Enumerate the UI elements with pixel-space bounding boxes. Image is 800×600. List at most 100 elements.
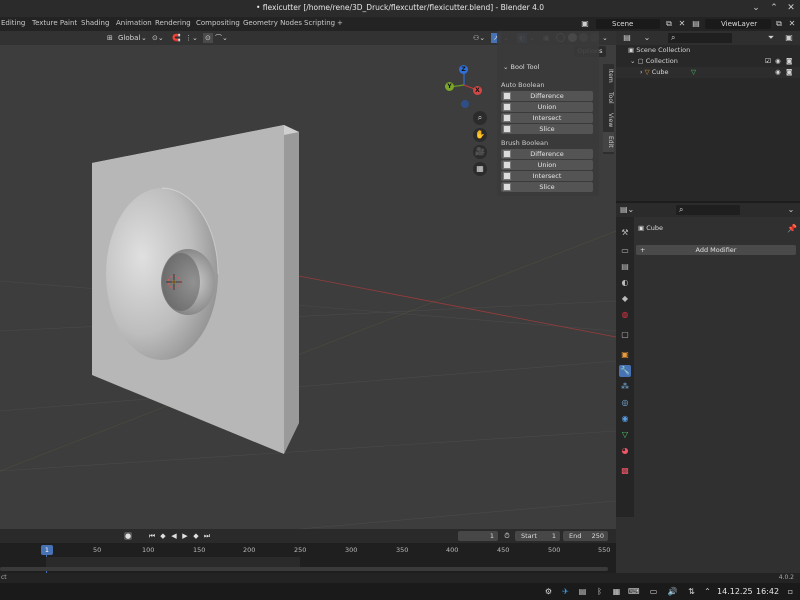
gizmo-neg-z-icon[interactable] [461, 100, 469, 108]
material-tab-icon[interactable]: ◕ [619, 445, 631, 457]
eye-icon[interactable]: ◉ [775, 67, 781, 78]
sidebar-tab-item[interactable]: Item [603, 66, 614, 86]
current-frame-field[interactable]: 1 [458, 531, 498, 541]
eye-icon[interactable]: ◉ [775, 56, 781, 67]
object-tab-icon[interactable]: ▣ [619, 349, 631, 361]
snap-icon[interactable]: 🧲 [172, 33, 181, 43]
prev-keyframe-icon[interactable]: ◆ [159, 532, 167, 540]
particles-tab-icon[interactable]: ⁂ [619, 381, 631, 393]
auto-union-button[interactable]: Union [501, 102, 593, 112]
display-mode-icon[interactable]: ⌄ [642, 33, 652, 43]
brush-intersect-button[interactable]: Intersect [501, 171, 593, 181]
data-tab-icon[interactable]: ▽ [619, 429, 631, 441]
view-layer-tab-icon[interactable]: ◐ [619, 277, 631, 289]
play-reverse-icon[interactable]: ◀ [170, 532, 178, 540]
bluetooth-icon[interactable]: ᛒ [594, 586, 605, 597]
outliner-row-cube[interactable]: › ▽ Cube ▽ ◉ ◙ [616, 67, 800, 78]
end-frame-field[interactable]: End 250 [563, 531, 608, 541]
render-icon[interactable]: ◙ [786, 56, 792, 67]
outliner-search-input[interactable]: ⌕ [668, 33, 732, 43]
editor-type-icon[interactable]: ▤ [622, 33, 632, 43]
constraints-tab-icon[interactable]: ◉ [619, 413, 631, 425]
tab-animation[interactable]: Animation [116, 19, 152, 27]
zoom-icon[interactable]: ⌕ [473, 111, 487, 125]
perspective-grid-icon[interactable]: ▦ [473, 162, 487, 176]
checkbox-icon[interactable]: ☑ [765, 56, 771, 67]
start-frame-field[interactable]: Start 1 [515, 531, 560, 541]
telegram-icon[interactable]: ✈ [560, 586, 571, 597]
snap-target-icon[interactable]: ⋮⌄ [185, 33, 198, 43]
auto-difference-button[interactable]: Difference [501, 91, 593, 101]
gizmo-x-icon[interactable]: X [473, 86, 482, 95]
falloff-icon[interactable]: ⌒⌄ [215, 33, 228, 43]
next-keyframe-icon[interactable]: ◆ [192, 532, 200, 540]
properties-search-input[interactable]: ⌕ [676, 205, 740, 215]
tab-geometry-nodes[interactable]: Geometry Nodes [243, 19, 302, 27]
chevron-down-icon[interactable]: ⌄ [786, 205, 796, 215]
keyboard-icon[interactable]: ⌨ [628, 586, 640, 597]
jump-end-icon[interactable]: ⏭ [203, 532, 211, 540]
time-label[interactable]: 16:42 [756, 587, 779, 596]
render-tab-icon[interactable]: ▭ [619, 245, 631, 257]
pivot-icon[interactable]: ⊙⌄ [152, 33, 164, 43]
viewlayer-field[interactable]: ViewLayer [705, 19, 771, 29]
tool-tab-icon[interactable]: ⚒ [619, 227, 631, 239]
output-tab-icon[interactable]: ▤ [619, 261, 631, 273]
outliner-row-collection[interactable]: ⌄ ▢ Collection ☑ ◉ ◙ [616, 56, 800, 67]
new-scene-icon[interactable]: ⧉ [664, 19, 674, 29]
physics-tab-icon[interactable]: ◎ [619, 397, 631, 409]
timeline-scrollbar[interactable] [0, 567, 608, 571]
minimize-icon[interactable]: ⌄ [750, 2, 762, 14]
jump-start-icon[interactable]: ⏮ [148, 532, 156, 540]
scene-browse-icon[interactable]: ▣ [580, 19, 590, 29]
world-tab-icon[interactable]: ◍ [619, 309, 631, 321]
date-label[interactable]: 14.12.25 [717, 587, 753, 596]
tab-editing[interactable]: Editing [1, 19, 25, 27]
add-modifier-button[interactable]: + Add Modifier [636, 245, 796, 255]
tab-texture-paint[interactable]: Texture Paint [32, 19, 77, 27]
disk-icon[interactable]: ▭ [648, 586, 659, 597]
playhead[interactable]: 1 [41, 545, 53, 555]
record-icon[interactable]: ● [124, 532, 132, 540]
stopwatch-icon[interactable]: ⏱ [503, 532, 511, 540]
camera-icon[interactable]: 🎥 [473, 145, 487, 159]
auto-slice-button[interactable]: Slice [501, 124, 593, 134]
close-icon[interactable]: ✕ [785, 2, 797, 14]
filter-icon[interactable]: ⏷ [766, 33, 776, 43]
orientation-icon[interactable]: ⊞ [107, 33, 113, 43]
tab-compositing[interactable]: Compositing [196, 19, 240, 27]
sidebar-tab-tool[interactable]: Tool [603, 88, 614, 108]
gizmo-y-icon[interactable]: Y [445, 82, 454, 91]
add-workspace-icon[interactable]: + [337, 19, 343, 27]
new-viewlayer-icon[interactable]: ⧉ [774, 19, 784, 29]
brush-difference-button[interactable]: Difference [501, 149, 593, 159]
scene-tab-icon[interactable]: ◆ [619, 293, 631, 305]
delete-viewlayer-icon[interactable]: ✕ [787, 19, 797, 29]
clipboard-icon[interactable]: ▤ [577, 586, 588, 597]
clipboard-manager-icon[interactable]: ▦ [611, 586, 622, 597]
sidebar-tab-edit[interactable]: Edit [603, 132, 614, 152]
delete-scene-icon[interactable]: ✕ [677, 19, 687, 29]
outliner-row-scene-collection[interactable]: ▣ Scene Collection [616, 45, 800, 56]
tab-shading[interactable]: Shading [81, 19, 109, 27]
gizmo-z-icon[interactable]: Z [459, 65, 468, 74]
auto-intersect-button[interactable]: Intersect [501, 113, 593, 123]
brush-union-button[interactable]: Union [501, 160, 593, 170]
tab-rendering[interactable]: Rendering [155, 19, 191, 27]
proportional-edit-icon[interactable]: ⊙ [203, 33, 213, 43]
maximize-icon[interactable]: ⌃ [768, 2, 780, 14]
pan-icon[interactable]: ✋ [473, 128, 487, 142]
shading-dropdown-icon[interactable]: ⌄ [602, 33, 608, 43]
texture-tab-icon[interactable]: ▩ [619, 465, 631, 477]
scene-field[interactable]: Scene [596, 19, 660, 29]
orientation-select[interactable]: Global [118, 33, 140, 43]
editor-type-icon[interactable]: ▤⌄ [620, 205, 634, 215]
view-object-types-icon[interactable]: ⚇⌄ [473, 33, 485, 43]
new-collection-icon[interactable]: ▣ [784, 33, 794, 43]
show-desktop-icon[interactable]: ▫ [785, 586, 796, 597]
sidebar-tab-view[interactable]: View [603, 110, 614, 130]
render-icon[interactable]: ◙ [786, 67, 792, 78]
pin-icon[interactable]: 📌 [787, 224, 797, 233]
settings-icon[interactable]: ⚙ [543, 586, 554, 597]
collection-tab-icon[interactable]: ▢ [619, 329, 631, 341]
